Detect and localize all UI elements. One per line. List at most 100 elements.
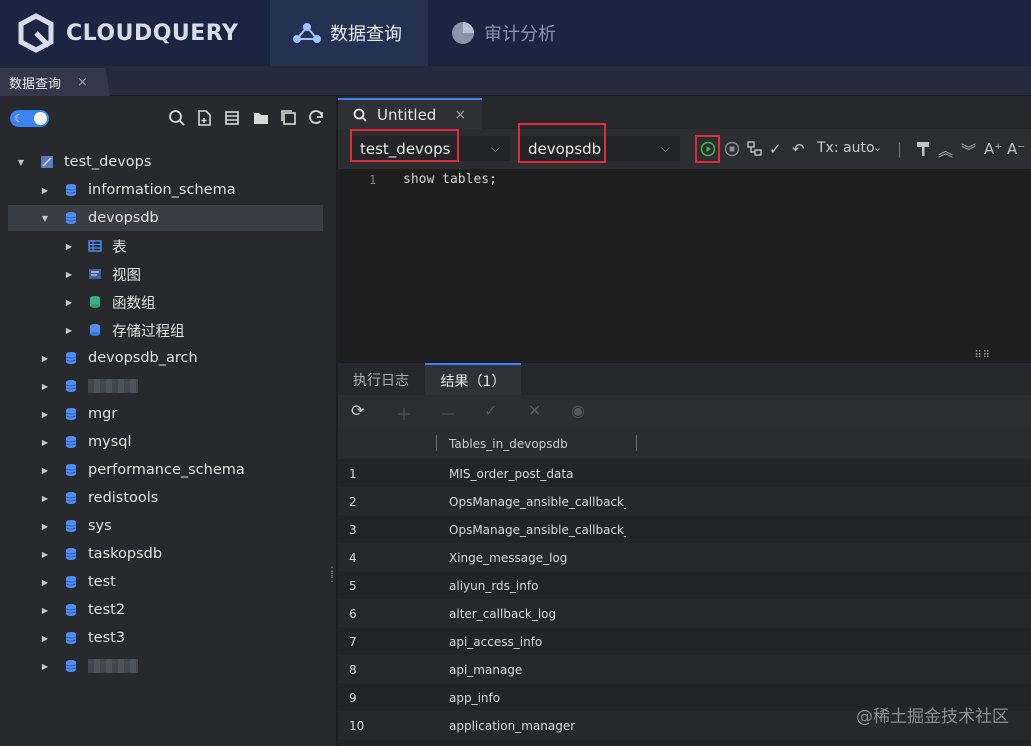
explain-icon[interactable] [747, 141, 763, 157]
caret-right-icon[interactable]: ▶ [64, 241, 74, 251]
code-line[interactable]: show tables; [403, 172, 497, 187]
cancel-icon[interactable]: ✕ [528, 401, 541, 420]
caret-down-icon[interactable]: ▼ [40, 213, 50, 223]
refresh-icon[interactable] [308, 109, 326, 127]
tree-item[interactable]: ▶ 视图 [0, 261, 323, 287]
table-cell[interactable]: OpsManage_ansible_callback_mo [449, 495, 626, 509]
table-row[interactable]: 2 OpsManage_ansible_callback_mo [338, 487, 1031, 515]
commit-icon[interactable]: ✓ [769, 140, 782, 158]
table-cell[interactable]: api_access_info [449, 635, 626, 649]
caret-right-icon[interactable]: ▶ [64, 297, 74, 307]
caret-right-icon[interactable]: ▶ [40, 633, 50, 643]
tree-item[interactable]: ▶ mysql [0, 429, 323, 455]
doc-tab-data-query[interactable]: 数据查询 × [0, 68, 110, 96]
table-cell[interactable]: api_manage [449, 663, 626, 677]
editor-tab-untitled[interactable]: Untitled × [338, 98, 482, 129]
folder-icon[interactable] [252, 109, 270, 127]
caret-right-icon[interactable]: ▶ [40, 577, 50, 587]
caret-right-icon[interactable]: ▶ [64, 269, 74, 279]
caret-right-icon[interactable]: ▶ [40, 661, 50, 671]
table-row[interactable]: 7 api_access_info [338, 627, 1031, 655]
expand-down-icon[interactable]: ︾ [961, 140, 976, 161]
caret-right-icon[interactable]: ▶ [64, 325, 74, 335]
logo[interactable]: CLOUDQUERY [0, 0, 270, 66]
format-icon[interactable] [916, 141, 930, 157]
caret-right-icon[interactable]: ▶ [40, 353, 50, 363]
chevron-down-icon[interactable]: ⌄ [873, 141, 882, 154]
tree-item[interactable]: ▶ devopsdb_arch [0, 345, 323, 371]
tree-item[interactable]: ▶ performance_schema [0, 457, 323, 483]
tree-item[interactable]: ▶ mgr [0, 401, 323, 427]
collapse-up-icon[interactable]: ︽ [938, 140, 953, 161]
resize-handle-icon[interactable]: ⋮ ⋮ [326, 565, 338, 583]
eye-icon[interactable]: ◉ [571, 401, 585, 420]
resize-grip-icon[interactable]: ⠿⠿ [974, 351, 991, 361]
tree-item[interactable]: ▶ test [0, 569, 323, 595]
tree-item[interactable]: ▶ 表 [0, 233, 323, 259]
refresh-icon[interactable]: ⟳ [351, 401, 364, 420]
table-row[interactable]: 8 api_manage [338, 655, 1031, 683]
column-divider[interactable] [636, 435, 637, 451]
table-row[interactable]: 4 Xinge_message_log [338, 543, 1031, 571]
caret-right-icon[interactable]: ▶ [40, 465, 50, 475]
tree-item[interactable]: ▶ taskopsdb [0, 541, 323, 567]
confirm-icon[interactable]: ✓ [484, 401, 497, 420]
stop-icon[interactable] [724, 141, 740, 157]
delete-row-icon[interactable]: － [440, 401, 456, 425]
caret-right-icon[interactable]: ▶ [40, 381, 50, 391]
nav-tab-audit[interactable]: 审计分析 [428, 0, 578, 66]
column-header[interactable]: Tables_in_devopsdb [449, 437, 568, 451]
caret-right-icon[interactable]: ▶ [40, 605, 50, 615]
caret-right-icon[interactable]: ▶ [40, 493, 50, 503]
tab-execution-log[interactable]: 执行日志 [338, 363, 424, 396]
table-cell[interactable]: aliyun_rds_info [449, 579, 626, 593]
table-row[interactable]: 1 MIS_order_post_data [338, 459, 1031, 487]
table-cell[interactable]: application_manager [449, 719, 626, 733]
table-cell[interactable]: alter_callback_log [449, 607, 626, 621]
table-row[interactable]: 5 aliyun_rds_info [338, 571, 1031, 599]
copy-icon[interactable] [280, 109, 298, 127]
caret-right-icon[interactable]: ▶ [40, 409, 50, 419]
table-cell[interactable]: app_info [449, 691, 626, 705]
font-increase-icon[interactable]: A⁺ [984, 140, 1002, 158]
table-row[interactable]: 6 alter_callback_log [338, 599, 1031, 627]
connection-select[interactable]: test_devops ⌵ [350, 136, 510, 161]
tree-item[interactable]: ▶ 函数组 [0, 289, 323, 315]
close-icon[interactable]: × [454, 107, 466, 123]
theme-toggle[interactable]: ☾ [10, 110, 49, 127]
sql-editor[interactable]: 1 show tables; ⠿⠿ [338, 169, 1031, 362]
transaction-mode-select[interactable]: Tx: auto [817, 140, 875, 156]
search-icon[interactable] [168, 109, 186, 127]
caret-down-icon[interactable]: ▼ [16, 157, 26, 167]
tree-item[interactable]: ▶ redistools [0, 485, 323, 511]
table-cell[interactable]: OpsManage_ansible_callback_pla [449, 523, 626, 537]
close-icon[interactable]: × [77, 75, 88, 90]
caret-right-icon[interactable]: ▶ [40, 549, 50, 559]
tree-item[interactable]: ▼ devopsdb [8, 205, 323, 231]
tree-item[interactable]: ▶ test2 [0, 597, 323, 623]
add-row-icon[interactable]: ＋ [396, 401, 412, 425]
tree-item[interactable]: ▶ information_schema [0, 177, 323, 203]
caret-right-icon[interactable]: ▶ [40, 521, 50, 531]
table-cell[interactable]: MIS_order_post_data [449, 467, 626, 481]
tree-item-label: test_devops [64, 154, 152, 170]
tree-item[interactable]: ▶ sys [0, 513, 323, 539]
font-decrease-icon[interactable]: A⁻ [1007, 140, 1025, 158]
caret-right-icon[interactable]: ▶ [40, 185, 50, 195]
table-icon[interactable] [224, 109, 242, 127]
tree-item[interactable]: ▶ test3 [0, 625, 323, 651]
tree-item[interactable]: ▶ 存储过程组 [0, 317, 323, 343]
run-icon[interactable] [700, 141, 716, 157]
tree-item[interactable]: ▼ test_devops [0, 149, 323, 175]
nav-tab-data-query[interactable]: 数据查询 [270, 0, 428, 66]
database-select[interactable]: devopsdb ⌵ [518, 136, 680, 161]
table-cell[interactable]: Xinge_message_log [449, 551, 626, 565]
tree-item[interactable]: ▶ [0, 373, 323, 399]
connection-select-value: test_devops [360, 139, 451, 158]
new-query-icon[interactable] [196, 109, 214, 127]
caret-right-icon[interactable]: ▶ [40, 437, 50, 447]
rollback-icon[interactable]: ↶ [792, 140, 805, 158]
table-row[interactable]: 3 OpsManage_ansible_callback_pla [338, 515, 1031, 543]
tab-result[interactable]: 结果（1） [425, 363, 521, 396]
tree-item[interactable]: ▶ [0, 653, 323, 679]
